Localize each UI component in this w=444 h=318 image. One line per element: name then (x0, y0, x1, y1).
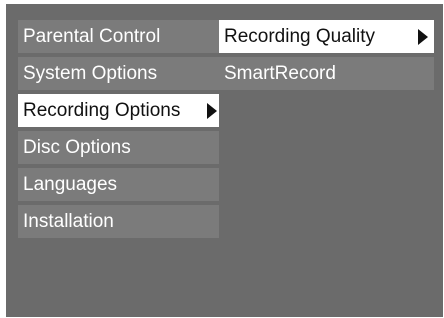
menu-item-label: Languages (23, 174, 118, 195)
menu-item-label: Recording Options (23, 100, 181, 121)
recording-options-submenu: Recording Quality SmartRecord (219, 20, 434, 90)
menu-item-label: System Options (23, 63, 158, 84)
submenu-item-label: Recording Quality (224, 26, 376, 47)
menu-item-installation[interactable]: Installation (18, 205, 219, 238)
menu-item-languages[interactable]: Languages (18, 168, 219, 201)
triangle-right-icon (418, 28, 428, 45)
menu-item-system-options[interactable]: System Options (18, 57, 219, 90)
menu-screen: Parental Control System Options Recordin… (6, 4, 443, 317)
menu-item-label: Installation (23, 211, 114, 232)
menu-item-recording-options[interactable]: Recording Options (18, 94, 219, 127)
menu-item-disc-options[interactable]: Disc Options (18, 131, 219, 164)
menu-item-parental-control[interactable]: Parental Control (18, 20, 219, 53)
main-menu: Parental Control System Options Recordin… (18, 20, 219, 238)
submenu-item-smartrecord[interactable]: SmartRecord (219, 57, 434, 90)
menu-item-label: Disc Options (23, 137, 131, 158)
submenu-item-recording-quality[interactable]: Recording Quality (219, 20, 434, 53)
menu-item-label: Parental Control (23, 26, 161, 47)
triangle-right-icon (207, 102, 217, 119)
submenu-item-label: SmartRecord (224, 63, 336, 84)
